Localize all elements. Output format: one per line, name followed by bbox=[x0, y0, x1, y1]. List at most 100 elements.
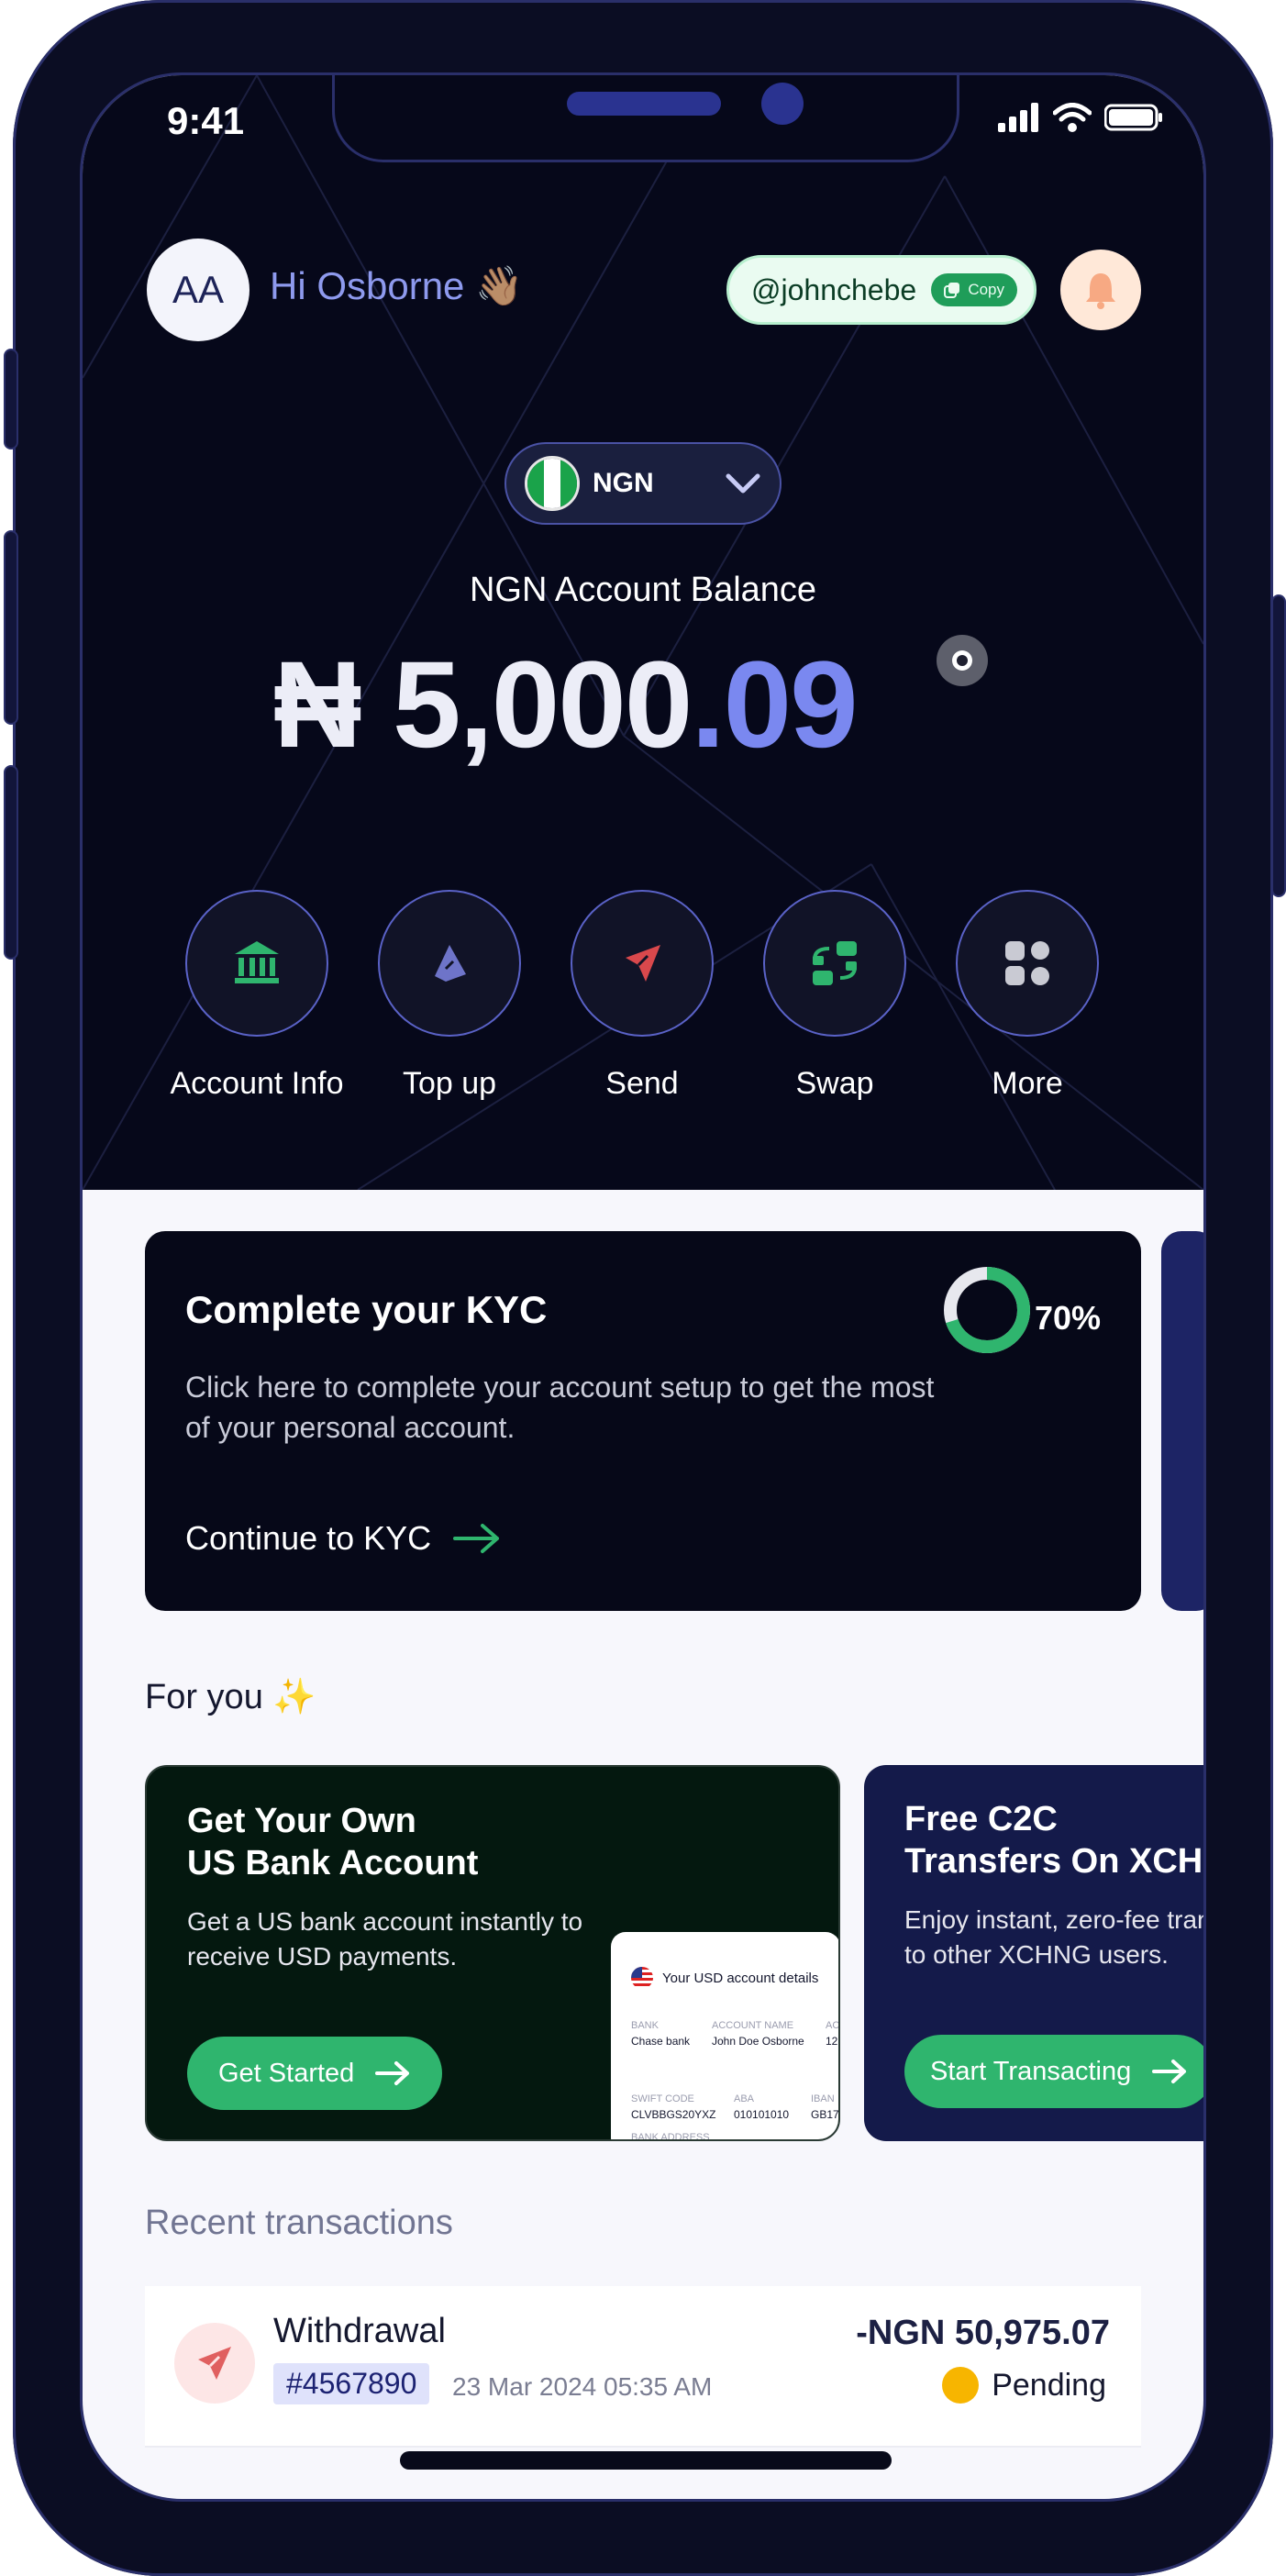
kyc-title: Complete your KYC bbox=[185, 1288, 548, 1331]
status-time: 9:41 bbox=[167, 99, 245, 142]
mini-value: 123 bbox=[826, 2035, 838, 2048]
speaker bbox=[567, 92, 721, 116]
recent-transactions-heading: Recent transactions bbox=[145, 2204, 453, 2242]
promo-title-line: Free C2C bbox=[904, 1800, 1058, 1838]
notification-button[interactable] bbox=[1060, 250, 1141, 330]
balance-label: NGN Account Balance bbox=[469, 571, 817, 609]
promo-title-line: Get Your Own bbox=[187, 1802, 416, 1840]
more-button[interactable] bbox=[956, 890, 1099, 1037]
mini-label: AC bbox=[826, 2020, 840, 2031]
mini-value: 010101010 bbox=[734, 2108, 790, 2121]
transaction-id: #4567890 bbox=[273, 2363, 430, 2404]
transaction-title: Withdrawal bbox=[273, 2312, 446, 2350]
pending-dot-icon bbox=[942, 2367, 980, 2404]
kyc-description: Click here to complete your account setu… bbox=[185, 1371, 935, 1444]
greeting: Hi Osborne 👋🏽 bbox=[270, 264, 523, 309]
volume-up-button bbox=[4, 530, 18, 725]
currency-selector[interactable]: NGN bbox=[504, 442, 782, 525]
volume-down-button bbox=[4, 765, 18, 960]
for-you-heading: For you ✨ bbox=[145, 1677, 316, 1717]
swap-icon bbox=[813, 941, 857, 985]
bank-icon bbox=[235, 941, 279, 983]
signal-icon bbox=[998, 103, 1038, 132]
send-button[interactable] bbox=[571, 890, 714, 1037]
action-label: Top up bbox=[402, 1066, 497, 1101]
transaction-date: 23 Mar 2024 05:35 AM bbox=[452, 2372, 713, 2401]
balance-whole: 5,000 bbox=[393, 637, 693, 773]
toggle-visibility-button[interactable] bbox=[937, 635, 988, 686]
copy-icon bbox=[944, 283, 960, 298]
status-icons bbox=[998, 103, 1163, 132]
arrow-right-icon bbox=[453, 1524, 500, 1553]
currency-symbol: ₦ bbox=[273, 637, 362, 773]
usd-account-details-card: Your USD account details BANK Chase bank… bbox=[611, 1932, 840, 2141]
mini-label: BANK bbox=[631, 2020, 659, 2031]
wave-icon: 👋🏽 bbox=[475, 264, 524, 307]
status-label: Pending bbox=[992, 2367, 1106, 2403]
promo-desc-line: to other XCHNG users. bbox=[904, 1940, 1169, 1969]
balance-amount: ₦ 5,000.09 bbox=[273, 635, 859, 775]
account-info-button[interactable] bbox=[185, 890, 328, 1037]
promo-description: Get a US bank account instantly to recei… bbox=[187, 1904, 582, 1974]
sparkles-icon: ✨ bbox=[272, 1678, 316, 1716]
app-screen: 9:41 AA Hi Osborne 👋🏽 @johnchebe Copy NG… bbox=[83, 75, 1203, 2499]
promo-title: Get Your Own US Bank Account bbox=[187, 1800, 478, 1884]
home-indicator[interactable] bbox=[400, 2451, 892, 2470]
c2c-promo-card[interactable]: Free C2C Transfers On XCHNG Enjoy instan… bbox=[864, 1765, 1203, 2141]
chevron-down-icon bbox=[726, 473, 760, 494]
promo-desc-line: Get a US bank account instantly to bbox=[187, 1907, 583, 1936]
mini-label: ACCOUNT NAME bbox=[712, 2020, 794, 2031]
transaction-row[interactable]: Withdrawal #4567890 23 Mar 2024 05:35 AM… bbox=[145, 2286, 1141, 2448]
transaction-status: Pending bbox=[942, 2367, 1106, 2404]
button-label: Start Transacting bbox=[930, 2056, 1132, 2086]
copy-button[interactable]: Copy bbox=[931, 273, 1017, 306]
us-bank-promo-card[interactable]: Get Your Own US Bank Account Get a US ba… bbox=[145, 1765, 840, 2141]
grid-icon bbox=[1005, 941, 1049, 985]
arrow-right-icon bbox=[1152, 2060, 1187, 2083]
mini-label: IBAN bbox=[811, 2093, 835, 2104]
promo-description: Enjoy instant, zero-fee transfers to oth… bbox=[904, 1903, 1203, 1972]
nigeria-flag-icon bbox=[525, 456, 580, 511]
send-icon bbox=[626, 945, 660, 982]
kyc-progress-label: 70% bbox=[1035, 1299, 1102, 1337]
next-card-peek[interactable] bbox=[1161, 1231, 1203, 1611]
usd-card-title: Your USD account details bbox=[662, 1970, 819, 1986]
mini-value: GB17 bbox=[811, 2108, 839, 2121]
continue-kyc-link[interactable]: Continue to KYC bbox=[185, 1519, 503, 1558]
eye-icon bbox=[952, 650, 972, 671]
wifi-icon bbox=[1053, 103, 1092, 132]
withdrawal-icon bbox=[174, 2323, 255, 2404]
side-button bbox=[4, 349, 18, 450]
start-transacting-button[interactable]: Start Transacting bbox=[904, 2035, 1203, 2108]
bell-icon bbox=[1086, 273, 1115, 309]
kyc-card[interactable]: Complete your KYC Click here to complete… bbox=[145, 1231, 1141, 1611]
arrow-right-icon bbox=[375, 2061, 410, 2085]
top-up-button[interactable] bbox=[378, 890, 521, 1037]
username: @johnchebe bbox=[751, 272, 917, 306]
mini-value: CLVBBGS20YXZ bbox=[631, 2108, 716, 2121]
power-button bbox=[1271, 594, 1286, 897]
action-label: Swap bbox=[795, 1066, 874, 1101]
greeting-text: Hi Osborne bbox=[270, 264, 465, 307]
balance-hero: 9:41 AA Hi Osborne 👋🏽 @johnchebe Copy NG… bbox=[83, 75, 1203, 1190]
device-notch bbox=[332, 75, 959, 162]
mini-label: BANK ADDRESS bbox=[631, 2132, 710, 2141]
avatar[interactable]: AA bbox=[147, 239, 249, 341]
camera bbox=[761, 83, 804, 125]
top-up-icon bbox=[435, 945, 466, 982]
promo-title-line: US Bank Account bbox=[187, 1844, 479, 1882]
username-pill[interactable]: @johnchebe Copy bbox=[726, 255, 1037, 325]
button-label: Get Started bbox=[218, 2058, 355, 2088]
kyc-cta-label: Continue to KYC bbox=[185, 1519, 432, 1557]
mini-value: Chase bank bbox=[631, 2035, 691, 2048]
copy-label: Copy bbox=[968, 281, 1004, 298]
promo-title-line: Transfers On XCHNG bbox=[904, 1842, 1203, 1881]
get-started-button[interactable]: Get Started bbox=[187, 2037, 443, 2110]
promo-desc-line: Enjoy instant, zero-fee transfers bbox=[904, 1905, 1203, 1934]
battery-icon bbox=[1104, 104, 1162, 131]
currency-code: NGN bbox=[593, 468, 654, 498]
balance-decimal: .09 bbox=[691, 637, 858, 773]
kyc-progress-ring bbox=[944, 1267, 1030, 1353]
send-icon bbox=[198, 2347, 231, 2380]
swap-button[interactable] bbox=[763, 890, 906, 1037]
